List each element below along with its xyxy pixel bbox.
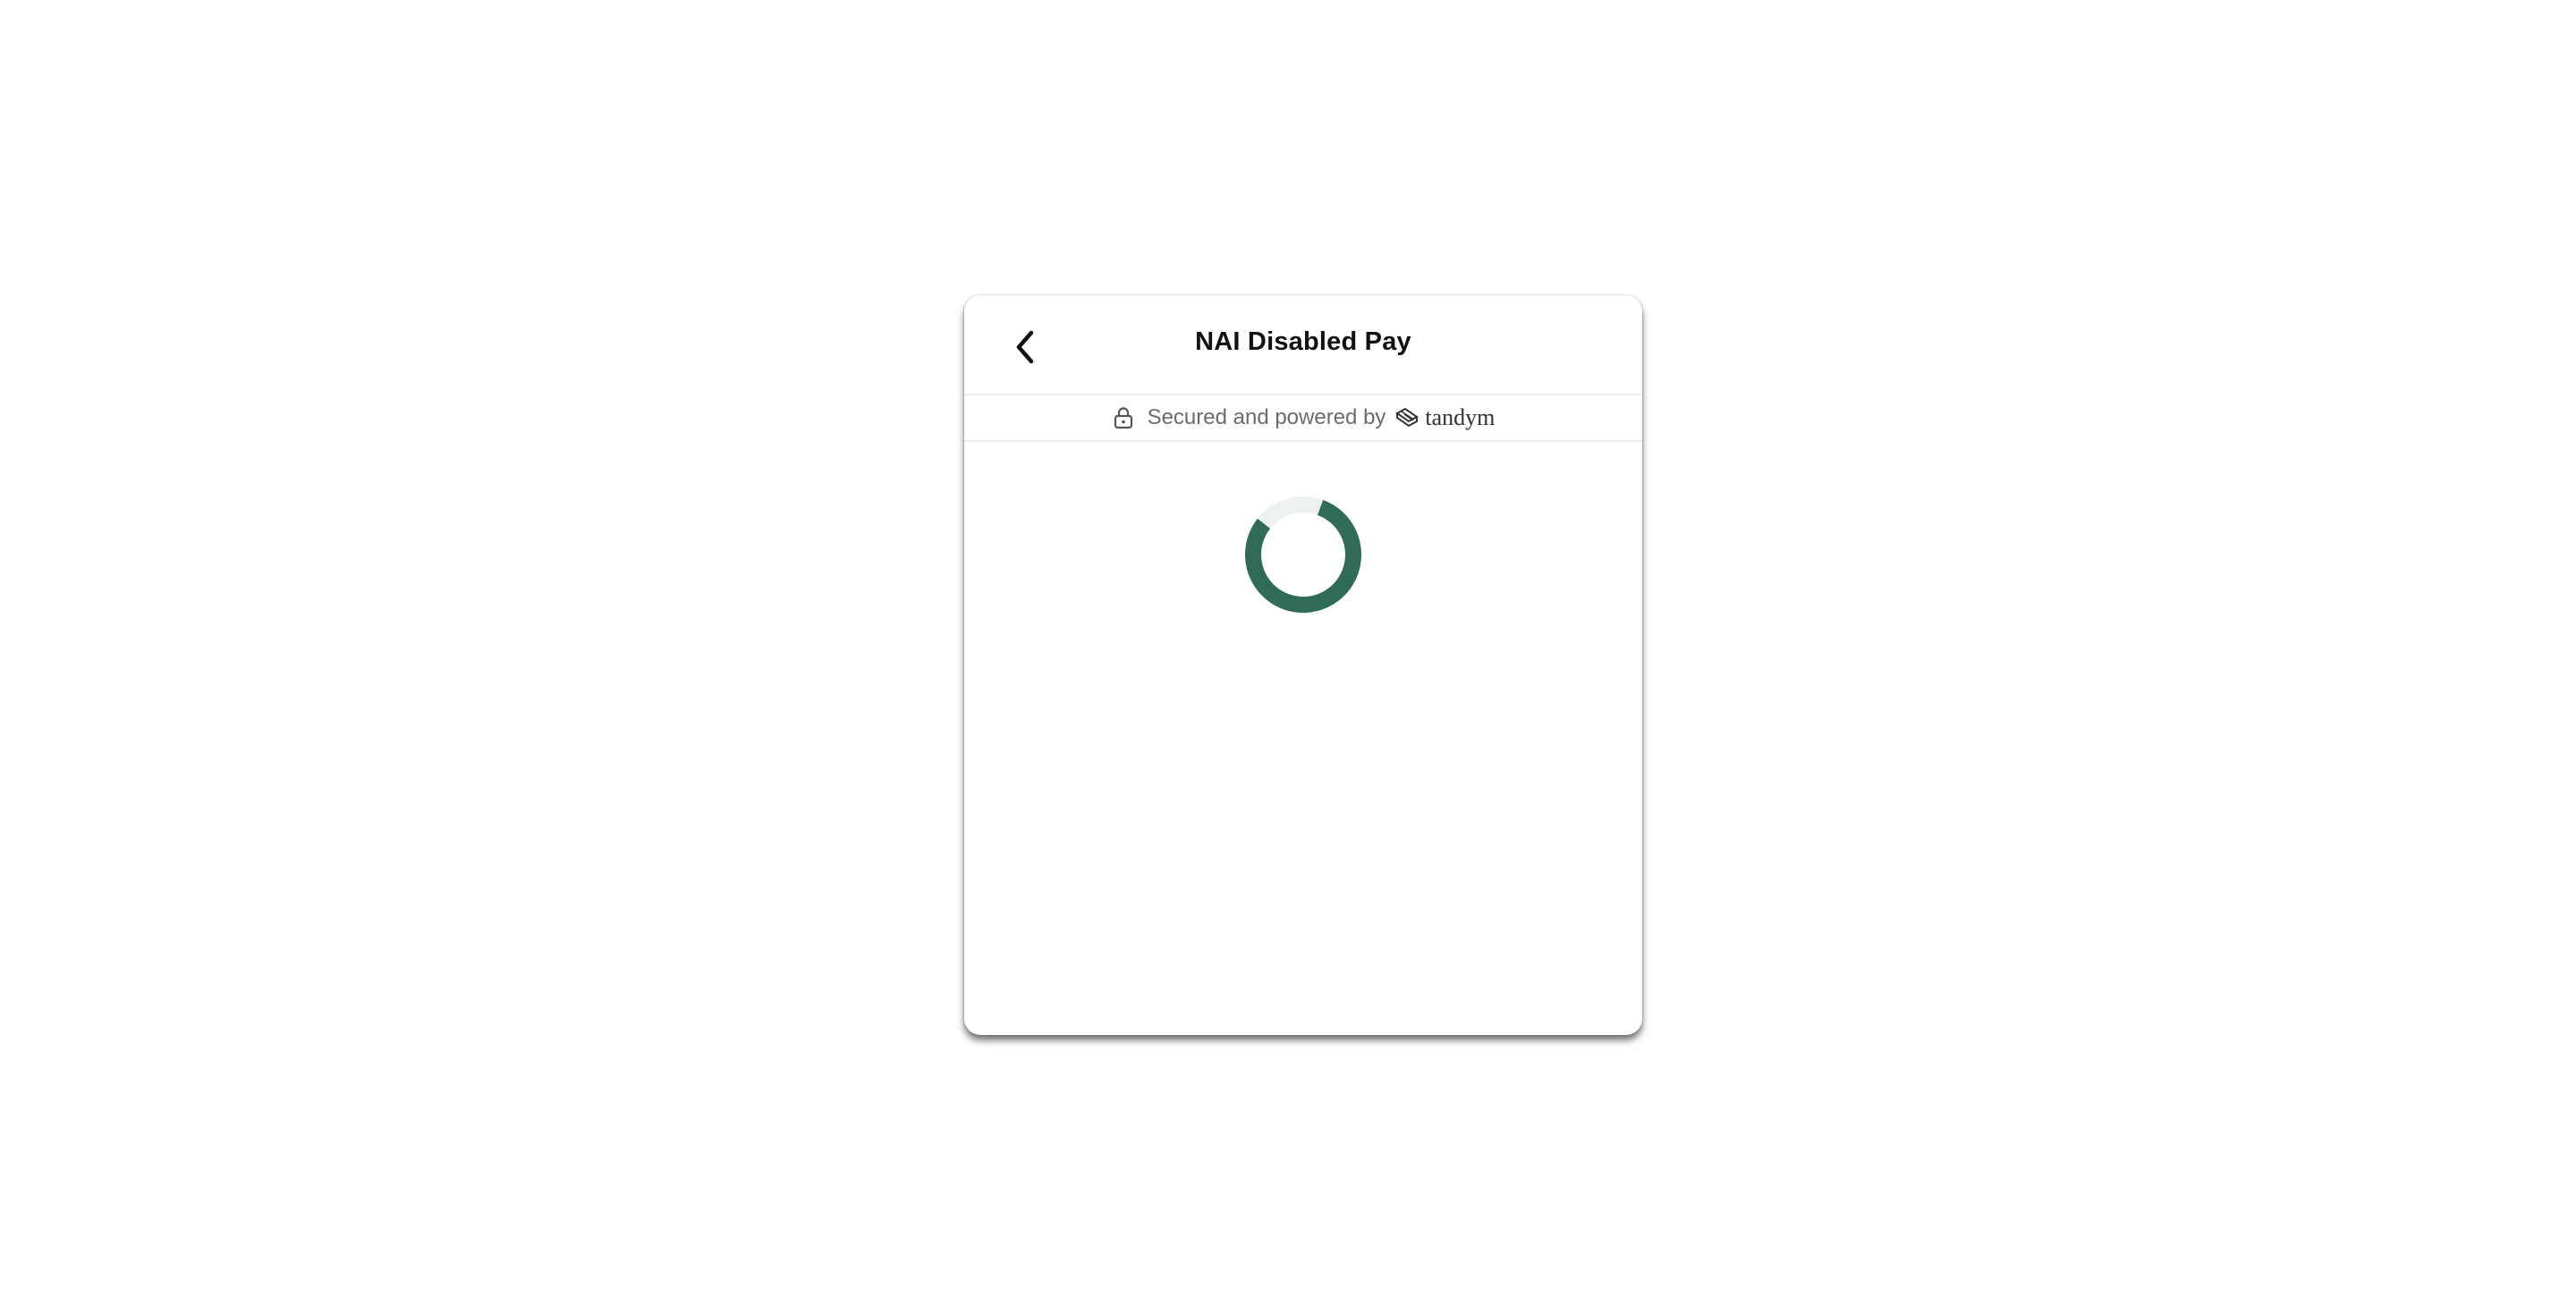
payment-modal: NAI Disabled Pay Secured and powered by … bbox=[964, 295, 1642, 1035]
page-title: NAI Disabled Pay bbox=[1195, 327, 1411, 356]
modal-body bbox=[964, 442, 1642, 1035]
secured-by-bar: Secured and powered by tandym bbox=[964, 395, 1642, 442]
brand-logo: tandym bbox=[1394, 404, 1495, 431]
modal-header: NAI Disabled Pay bbox=[964, 295, 1642, 395]
loading-spinner bbox=[1245, 496, 1361, 613]
lock-icon bbox=[1112, 406, 1135, 429]
secured-text: Secured and powered by bbox=[1147, 405, 1386, 429]
tandym-logo-icon bbox=[1394, 405, 1419, 430]
brand-name: tandym bbox=[1425, 404, 1496, 430]
